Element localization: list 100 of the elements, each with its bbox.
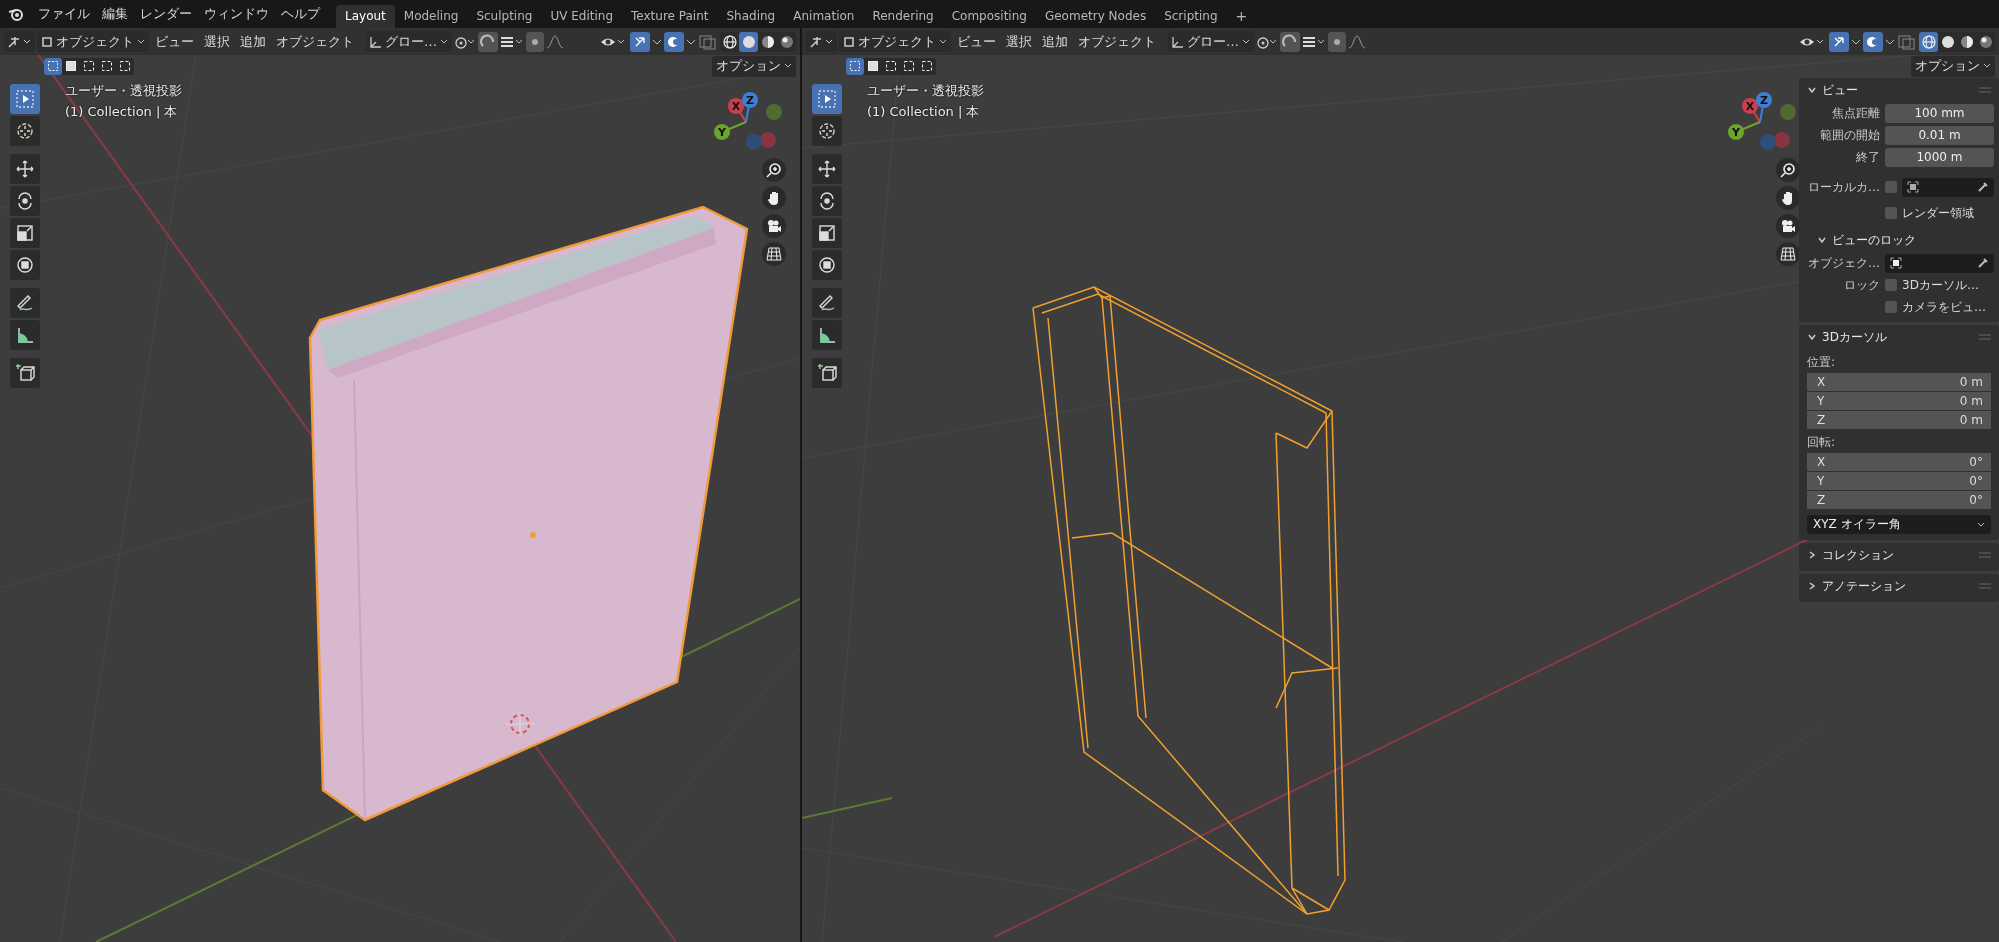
axis-handle[interactable]: Z xyxy=(1756,92,1772,108)
tool-button[interactable] xyxy=(10,288,40,318)
gizmo-toggle-button[interactable] xyxy=(1829,31,1849,52)
workspace-tab[interactable]: UV Editing xyxy=(541,5,623,28)
number-field[interactable]: 0.01 m xyxy=(1885,125,1994,145)
menu-item[interactable]: 追加 xyxy=(236,32,270,51)
menu-item[interactable]: ビュー xyxy=(953,32,1000,51)
axis-dot[interactable] xyxy=(766,104,782,120)
xray-toggle-icon[interactable] xyxy=(1897,32,1917,51)
menu-item[interactable]: 追加 xyxy=(1038,32,1072,51)
projection-button[interactable] xyxy=(762,242,786,266)
tool-button[interactable] xyxy=(812,320,842,350)
camera-button[interactable] xyxy=(1776,214,1800,238)
drag-handle-icon[interactable] xyxy=(1979,582,1991,590)
workspace-tab[interactable]: Scripting xyxy=(1155,5,1227,28)
magnet-icon[interactable] xyxy=(1280,31,1300,52)
wireframe-book-drawing[interactable] xyxy=(1032,286,1346,915)
axis-dot[interactable] xyxy=(746,134,762,150)
drag-handle-icon[interactable] xyxy=(1979,551,1991,559)
gizmo-toggle-button[interactable] xyxy=(630,31,650,52)
drag-handle-icon[interactable] xyxy=(1979,86,1991,94)
proportional-edit-icon[interactable] xyxy=(526,31,544,52)
drag-handle-icon[interactable] xyxy=(1979,333,1991,341)
workspace-tab[interactable]: Modeling xyxy=(394,5,468,28)
tool-button[interactable] xyxy=(812,288,842,318)
number-field[interactable]: 100 mm xyxy=(1885,103,1994,123)
book-drawing[interactable] xyxy=(308,205,749,822)
menu-item[interactable]: 編集 xyxy=(96,5,134,23)
workspace-tab[interactable]: Geometry Nodes xyxy=(1035,5,1156,28)
mode-dropdown[interactable]: オブジェクト xyxy=(839,31,951,52)
falloff-curve-icon[interactable] xyxy=(1348,33,1366,50)
axis-dot[interactable] xyxy=(1780,104,1796,120)
menu-item[interactable]: レンダー xyxy=(134,5,198,23)
add-workspace-button[interactable]: + xyxy=(1226,5,1257,28)
overlays-toggle-button[interactable] xyxy=(1863,31,1883,52)
proportional-edit-icon[interactable] xyxy=(1328,31,1346,52)
tool-button[interactable] xyxy=(10,320,40,350)
menu-item[interactable]: 選択 xyxy=(200,32,234,51)
tool-button[interactable] xyxy=(10,218,40,248)
menu-item[interactable]: ヘルプ xyxy=(275,5,326,23)
viewport[interactable]: オブジェクト ビュー 選択 追加 オブジェクト グロー… オプション ユーザー・透視投影 (1) Collection | 本 X Z Y xyxy=(0,28,800,942)
rotation-mode-dropdown[interactable]: XYZ オイラー角 xyxy=(1807,515,1991,534)
editor-type-button[interactable] xyxy=(4,31,35,52)
axis-handle[interactable]: Y xyxy=(1728,124,1744,140)
menu-item[interactable]: 選択 xyxy=(1002,32,1036,51)
number-field[interactable]: Z 0° xyxy=(1807,491,1991,509)
number-field[interactable]: 1000 m xyxy=(1885,147,1994,167)
pan-button[interactable] xyxy=(1776,186,1800,210)
workspace-tab[interactable]: Animation xyxy=(784,5,864,28)
panel-header[interactable]: 3Dカーソル xyxy=(1799,325,1999,349)
axis-handle[interactable]: Z xyxy=(742,92,758,108)
orientation-dropdown[interactable]: グロー… xyxy=(366,31,452,52)
falloff-curve-icon[interactable] xyxy=(546,33,564,50)
selection-mode-button[interactable] xyxy=(44,57,62,75)
menu-item[interactable]: ウィンドウ xyxy=(198,5,275,23)
options-dropdown[interactable]: オプション xyxy=(1911,55,1995,77)
tool-button[interactable] xyxy=(812,116,842,146)
number-field[interactable]: Z 0 m xyxy=(1807,411,1991,429)
camera-button[interactable] xyxy=(762,214,786,238)
tool-button[interactable] xyxy=(10,116,40,146)
tool-button[interactable] xyxy=(10,250,40,280)
checkbox[interactable] xyxy=(1885,181,1897,193)
subpanel-header[interactable]: ビューのロック xyxy=(1799,228,1999,252)
editor-type-button[interactable] xyxy=(806,31,837,52)
tool-button[interactable] xyxy=(812,186,842,216)
projection-button[interactable] xyxy=(1776,242,1800,266)
app-logo-icon[interactable] xyxy=(8,6,24,22)
workspace-tab[interactable]: Layout xyxy=(336,5,395,28)
workspace-tab[interactable]: Shading xyxy=(717,5,785,28)
checkbox[interactable] xyxy=(1885,279,1897,291)
number-field[interactable]: X 0° xyxy=(1807,453,1991,471)
axis-handle[interactable]: Y xyxy=(714,124,730,140)
magnet-icon[interactable] xyxy=(478,31,498,52)
tool-button[interactable] xyxy=(10,186,40,216)
zoom-button[interactable] xyxy=(1776,158,1800,182)
tool-button[interactable] xyxy=(812,154,842,184)
zoom-button[interactable] xyxy=(762,158,786,182)
workspace-tab[interactable]: Compositing xyxy=(942,5,1036,28)
tool-button[interactable] xyxy=(10,84,40,114)
tool-button[interactable] xyxy=(812,218,842,248)
selection-mode-button[interactable] xyxy=(846,57,864,75)
options-dropdown[interactable]: オプション xyxy=(712,55,796,77)
menu-item[interactable]: オブジェクト xyxy=(272,32,358,51)
axis-handle[interactable]: X xyxy=(1742,98,1758,114)
checkbox[interactable] xyxy=(1885,207,1897,219)
axis-dot[interactable] xyxy=(760,132,776,148)
tool-button[interactable] xyxy=(812,250,842,280)
number-field[interactable]: X 0 m xyxy=(1807,373,1991,391)
pan-button[interactable] xyxy=(762,186,786,210)
shading-mode-button[interactable] xyxy=(739,31,758,52)
orientation-dropdown[interactable]: グロー… xyxy=(1168,31,1254,52)
overlays-toggle-button[interactable] xyxy=(664,31,684,52)
eyedropper-icon[interactable] xyxy=(1977,257,1989,269)
workspace-tab[interactable]: Rendering xyxy=(863,5,943,28)
axis-dot[interactable] xyxy=(1760,134,1776,150)
menu-item[interactable]: ビュー xyxy=(151,32,198,51)
mode-dropdown[interactable]: オブジェクト xyxy=(37,31,149,52)
number-field[interactable]: Y 0 m xyxy=(1807,392,1991,410)
tool-button[interactable] xyxy=(812,84,842,114)
tool-button[interactable] xyxy=(10,358,40,388)
